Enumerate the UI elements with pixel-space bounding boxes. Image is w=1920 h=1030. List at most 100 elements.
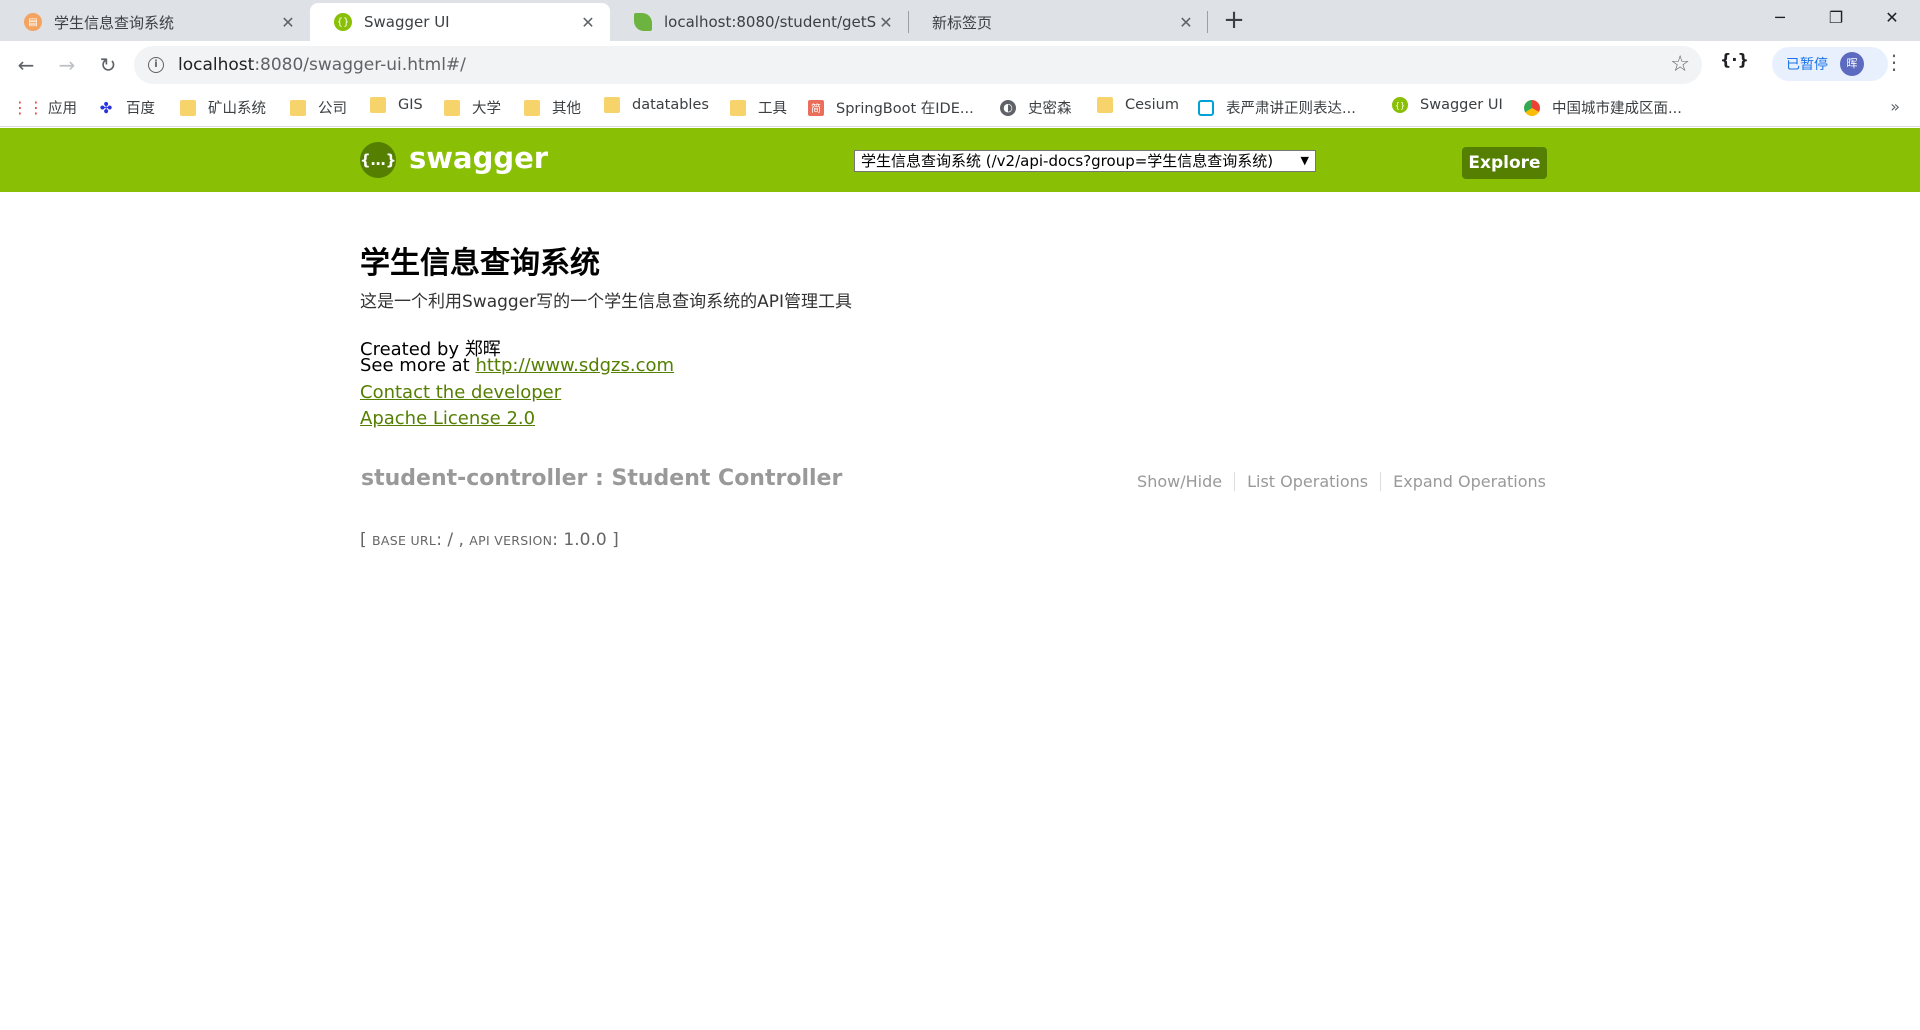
- forward-button[interactable]: →: [51, 49, 83, 81]
- bookmark-label: 表严肃讲正则表达...: [1226, 101, 1356, 117]
- close-icon[interactable]: ✕: [1176, 13, 1196, 32]
- contact-developer-link[interactable]: Contact the developer: [360, 382, 561, 403]
- close-icon[interactable]: ✕: [876, 13, 896, 32]
- bookmark-swagger-ui[interactable]: {} Swagger UI: [1392, 97, 1503, 113]
- api-group-select[interactable]: 学生信息查询系统 (/v2/api-docs?group=学生信息查询系统) ▼: [854, 150, 1316, 172]
- bookmark-label: SpringBoot 在IDE...: [836, 101, 974, 117]
- bookmark-folder-gis[interactable]: GIS: [370, 97, 423, 113]
- bookmark-folder-mining[interactable]: 矿山系统: [180, 97, 266, 118]
- api-version-label: api version: [469, 533, 553, 548]
- baidu-paw-icon: ✤: [99, 98, 113, 117]
- bookmark-label: 大学: [472, 101, 501, 117]
- bookmark-label: 公司: [318, 101, 347, 117]
- folder-icon: [730, 99, 746, 116]
- bookmark-label: 其他: [552, 101, 581, 117]
- bookmark-apps[interactable]: ⋮⋮ 应用: [12, 97, 77, 118]
- url-text[interactable]: localhost:8080/swagger-ui.html#/: [178, 55, 466, 75]
- resource-title[interactable]: student-controller : Student Controller: [361, 466, 842, 491]
- list-operations-link[interactable]: List Operations: [1235, 472, 1382, 491]
- folder-icon: [290, 99, 306, 116]
- bookmark-folder-tools[interactable]: 工具: [730, 97, 787, 118]
- close-window-button[interactable]: ✕: [1864, 0, 1920, 36]
- extension-braces-icon[interactable]: {·}: [1720, 50, 1749, 69]
- api-version-value: 1.0.0: [563, 530, 607, 550]
- avatar: 晖: [1840, 52, 1864, 76]
- bookmark-china-city[interactable]: 中国城市建成区面...: [1524, 97, 1682, 118]
- reload-button[interactable]: ↻: [92, 49, 124, 81]
- bookmark-folder-company[interactable]: 公司: [290, 97, 347, 118]
- new-tab-button[interactable]: +: [1218, 5, 1250, 37]
- tab-localhost-getstu[interactable]: localhost:8080/student/getStu ✕: [610, 3, 908, 41]
- tab-separator: [1207, 11, 1208, 33]
- swagger-logo-text[interactable]: swagger: [409, 141, 548, 175]
- bookmark-folder-cesium[interactable]: Cesium: [1097, 97, 1179, 113]
- bookmark-label: datatables: [632, 97, 709, 113]
- api-group-select-value: 学生信息查询系统 (/v2/api-docs?group=学生信息查询系统): [861, 152, 1274, 170]
- tab-title: 新标签页: [932, 13, 993, 32]
- page-description: 这是一个利用Swagger写的一个学生信息查询系统的API管理工具: [360, 292, 853, 312]
- tab-title: 学生信息查询系统: [54, 13, 175, 32]
- close-icon[interactable]: ✕: [278, 13, 298, 32]
- bilibili-icon: [1198, 99, 1214, 116]
- restore-button[interactable]: ❐: [1808, 0, 1864, 36]
- bookmark-label: 应用: [48, 101, 77, 117]
- bookmark-label: Cesium: [1125, 97, 1179, 113]
- minimize-button[interactable]: ─: [1752, 0, 1808, 36]
- see-more-line: See more at http://www.sdgzs.com: [360, 355, 674, 376]
- base-url-label: base url: [372, 533, 437, 548]
- chrome-icon: [1524, 99, 1540, 116]
- info-icon[interactable]: i: [148, 57, 164, 73]
- bookmark-baidu[interactable]: ✤ 百度: [98, 97, 155, 118]
- website-link[interactable]: http://www.sdgzs.com: [475, 355, 674, 376]
- bookmark-label: 史密森: [1028, 101, 1072, 117]
- base-info: [ base url: / , api version: 1.0.0 ]: [360, 530, 619, 550]
- folder-icon: [370, 97, 386, 113]
- base-url-value: /: [447, 530, 454, 550]
- bookmark-star-icon[interactable]: ☆: [1670, 52, 1690, 77]
- back-button[interactable]: ←: [10, 49, 42, 81]
- bookmark-label: Swagger UI: [1420, 97, 1503, 113]
- folder-icon: [604, 97, 620, 113]
- page-title: 学生信息查询系统: [360, 246, 600, 281]
- url-path: :8080/swagger-ui.html#/: [254, 55, 466, 75]
- bookmark-label: 工具: [758, 101, 787, 117]
- address-bar[interactable]: i localhost:8080/swagger-ui.html#/ ☆: [134, 46, 1702, 84]
- tab-new-tab[interactable]: 新标签页 ✕: [908, 3, 1208, 41]
- chevron-down-icon: ▼: [1300, 154, 1309, 167]
- apps-grid-icon: ⋮⋮: [12, 98, 44, 117]
- jianshu-icon: 简: [808, 99, 824, 116]
- bookmark-smithsonian[interactable]: ◐ 史密森: [1000, 97, 1072, 118]
- bookmark-folder-other[interactable]: 其他: [524, 97, 581, 118]
- bookmark-folder-datatables[interactable]: datatables: [604, 97, 709, 113]
- kebab-menu-icon[interactable]: ⋮: [1884, 50, 1904, 74]
- bookmark-label: 矿山系统: [208, 101, 266, 117]
- swagger-favicon-icon: {}: [1392, 97, 1408, 113]
- folder-icon: [180, 99, 196, 116]
- tab-student-info[interactable]: ▤ 学生信息查询系统 ✕: [0, 3, 310, 41]
- bookmark-label: 中国城市建成区面...: [1552, 101, 1682, 117]
- show-hide-link[interactable]: Show/Hide: [1125, 472, 1236, 491]
- bookmark-springboot[interactable]: 简 SpringBoot 在IDE...: [808, 97, 974, 118]
- license-link[interactable]: Apache License 2.0: [360, 408, 535, 429]
- chevron-more-icon[interactable]: »: [1890, 97, 1900, 116]
- resource-operations: Show/Hide List Operations Expand Operati…: [1125, 472, 1546, 491]
- swagger-favicon-icon: {}: [334, 13, 352, 31]
- tab-title: localhost:8080/student/getStu: [664, 13, 876, 31]
- bookmark-label: 百度: [126, 101, 155, 117]
- folder-icon: [524, 99, 540, 116]
- browser-toolbar: ← → ↻ i localhost:8080/swagger-ui.html#/…: [0, 41, 1920, 89]
- swagger-logo-icon[interactable]: {…}: [360, 142, 396, 178]
- globe-icon: ◐: [1000, 99, 1016, 116]
- bookmark-folder-university[interactable]: 大学: [444, 97, 501, 118]
- bookmarks-bar: ⋮⋮ 应用 ✤ 百度 矿山系统 公司 GIS 大学 其他 datatables …: [0, 89, 1920, 127]
- folder-icon: [444, 99, 460, 116]
- spring-leaf-favicon-icon: [634, 13, 652, 31]
- profile-label: 已暂停: [1786, 57, 1828, 73]
- bookmark-regex[interactable]: 表严肃讲正则表达...: [1198, 97, 1356, 118]
- tab-strip: ▤ 学生信息查询系统 ✕ {} Swagger UI ✕ localhost:8…: [0, 0, 1920, 41]
- expand-operations-link[interactable]: Expand Operations: [1381, 472, 1546, 491]
- profile-button[interactable]: 已暂停 晖: [1772, 47, 1888, 81]
- close-icon[interactable]: ✕: [578, 13, 598, 32]
- explore-button[interactable]: Explore: [1462, 147, 1547, 179]
- tab-swagger-ui[interactable]: {} Swagger UI ✕: [310, 3, 610, 41]
